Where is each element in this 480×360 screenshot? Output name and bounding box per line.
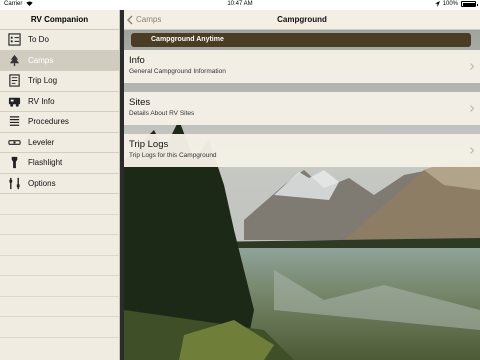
chevron-right-icon — [470, 147, 474, 154]
status-right: 100% — [434, 1, 478, 7]
empty-row — [0, 215, 119, 235]
leveler-icon — [7, 135, 21, 149]
sidebar-item-label: Procedures — [28, 117, 69, 127]
sidebar-list: To Do Camps Trip Log RV Info Procedures — [0, 30, 119, 338]
sidebar-item-trip-log[interactable]: Trip Log — [0, 71, 119, 92]
clock: 10:47 AM — [227, 1, 253, 7]
sidebar-item-label: Trip Log — [28, 76, 58, 86]
empty-row — [0, 297, 119, 317]
empty-row — [0, 256, 119, 276]
sidebar-item-leveler[interactable]: Leveler — [0, 133, 119, 153]
row-trip-logs[interactable]: Trip Logs Trip Logs for this Campground — [124, 134, 480, 167]
rv-icon — [7, 94, 21, 108]
chevron-right-icon — [470, 63, 474, 70]
sidebar-item-label: Leveler — [28, 137, 55, 147]
sidebar-item-camps[interactable]: Camps — [0, 50, 119, 71]
row-sites[interactable]: Sites Details About RV Sites — [124, 92, 480, 125]
options-icon — [7, 176, 21, 190]
empty-row — [0, 194, 119, 215]
empty-row — [0, 317, 119, 338]
row-title: Sites — [129, 97, 151, 108]
row-subtitle: Details About RV Sites — [129, 110, 195, 117]
empty-row — [0, 235, 119, 256]
flashlight-icon — [7, 156, 21, 170]
battery-icon — [461, 1, 478, 7]
chevron-right-icon — [470, 105, 474, 112]
procedures-icon — [7, 115, 21, 129]
nav-bar: Camps Campground — [124, 10, 480, 30]
row-title: Info — [129, 55, 145, 66]
todo-icon — [7, 33, 21, 47]
sidebar-item-label: Camps — [28, 55, 54, 65]
trip-log-icon — [7, 74, 21, 88]
page-title: Campground — [277, 15, 327, 24]
sidebar: RV Companion To Do Camps Trip Log RV Inf… — [0, 10, 120, 360]
sidebar-item-rv-info[interactable]: RV Info — [0, 92, 119, 112]
detail-pane: Camps Campground Campground Anytime Info… — [124, 10, 480, 360]
sidebar-item-options[interactable]: Options — [0, 174, 119, 194]
sidebar-item-label: To Do — [28, 35, 49, 45]
row-title: Trip Logs — [129, 139, 169, 150]
sidebar-item-label: Options — [28, 178, 56, 188]
location-icon — [434, 1, 440, 7]
sidebar-item-label: Flashlight — [28, 158, 63, 168]
row-info[interactable]: Info General Campground Information — [124, 50, 480, 83]
status-bar: Carrier 10:47 AM 100% — [0, 0, 480, 10]
sidebar-item-procedures[interactable]: Procedures — [0, 112, 119, 133]
empty-row — [0, 276, 119, 297]
sidebar-item-to-do[interactable]: To Do — [0, 30, 119, 51]
row-subtitle: Trip Logs for this Campground — [129, 152, 217, 159]
battery-percent: 100% — [442, 1, 458, 7]
sidebar-item-label: RV Info — [28, 96, 55, 106]
row-subtitle: General Campground Information — [129, 68, 226, 75]
sidebar-item-flashlight[interactable]: Flashlight — [0, 153, 119, 174]
camp-icon — [7, 53, 21, 67]
campground-name-banner: Campground Anytime — [131, 33, 471, 47]
sidebar-title: RV Companion — [0, 10, 119, 30]
